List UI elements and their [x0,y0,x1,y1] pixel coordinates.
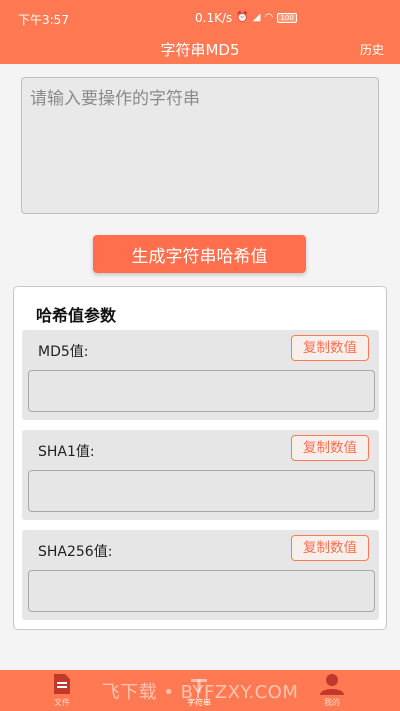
sha256-label: SHA256值: [38,544,113,560]
sha1-output[interactable] [28,470,375,512]
document-icon [54,674,70,694]
copy-md5-button[interactable]: 复制数值 [291,335,369,361]
nav-label-file: 文件 [54,698,70,707]
copy-sha256-button[interactable]: 复制数值 [291,535,369,561]
sha256-block: SHA256值: 复制数值 [22,530,379,620]
signal-icon: ◢ [252,12,261,23]
string-input[interactable] [21,77,379,214]
text-icon [191,679,207,693]
net-speed: 0.1K/s [195,11,233,25]
sha256-output[interactable] [28,570,375,612]
md5-label: MD5值: [38,344,89,360]
hash-params-card: 哈希值参数 MD5值: 复制数值 SHA1值: 复制数值 SHA256值: 复制… [13,286,387,630]
md5-block: MD5值: 复制数值 [22,330,379,420]
status-bar: 下午3:57 0.1K/s ⏰ ◢ ◠ 100 [0,0,400,34]
nav-item-file[interactable]: 文件 [52,673,72,708]
card-title: 哈希值参数 [36,306,117,325]
nav-label-string: 字符串 [187,698,211,707]
user-icon [320,674,344,695]
copy-sha1-button[interactable]: 复制数值 [291,435,369,461]
generate-hash-button[interactable]: 生成字符串哈希值 [93,235,306,273]
page-title: 字符串MD5 [160,41,240,59]
nav-label-mine: 我的 [324,698,340,707]
alarm-icon: ⏰ [236,12,249,23]
bottom-nav: 文件 字符串 我的 [0,670,400,711]
status-time: 下午3:57 [18,13,69,27]
app-bar: 字符串MD5 历史 [0,34,400,64]
md5-output[interactable] [28,370,375,412]
battery-icon: 100 [277,13,298,23]
sha1-block: SHA1值: 复制数值 [22,430,379,520]
history-button[interactable]: 历史 [360,41,384,58]
wifi-icon: ◠ [264,12,274,23]
sha1-label: SHA1值: [38,444,95,460]
status-indicators: 0.1K/s ⏰ ◢ ◠ 100 [195,11,298,25]
nav-item-mine[interactable]: 我的 [319,673,345,708]
nav-item-string[interactable]: 字符串 [181,673,217,708]
